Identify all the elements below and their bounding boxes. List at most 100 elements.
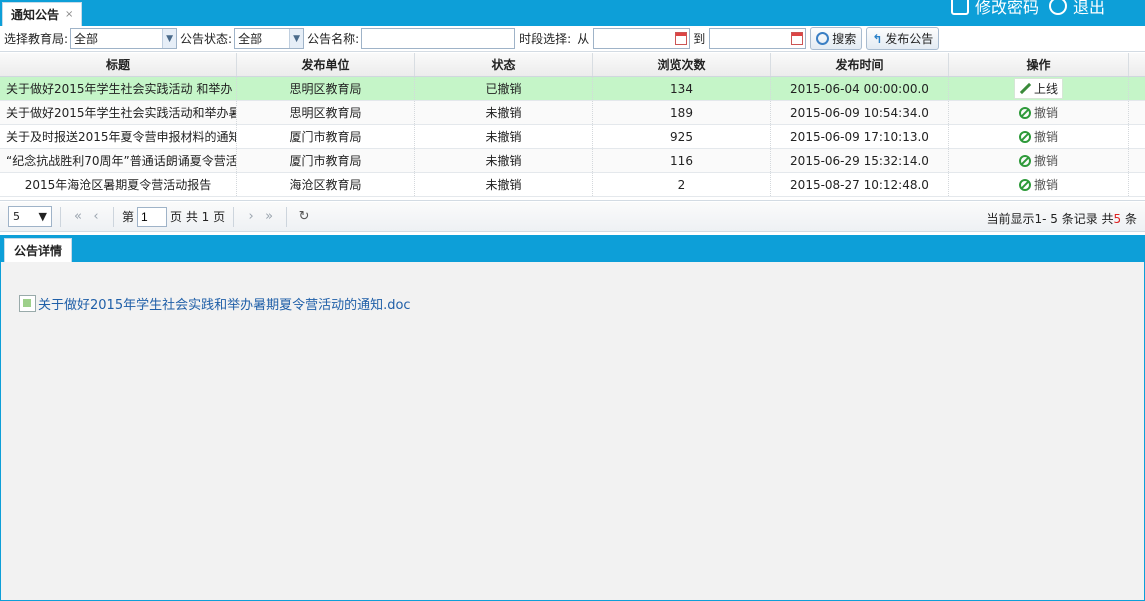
date-from-input[interactable] [593, 28, 691, 49]
cell-unit: 思明区教育局 [237, 101, 415, 124]
page-prefix: 第 [122, 210, 135, 224]
tab-notices[interactable]: 通知公告 × [2, 2, 83, 26]
table-row[interactable]: 关于做好2015年学生社会实践活动和举办暑 思明区教育局 未撤销 189 201… [0, 101, 1145, 125]
bureau-label: 选择教育局: [4, 32, 69, 46]
record-info: 当前显示1- 5 条记录 共5 条 [986, 212, 1137, 226]
col-time[interactable]: 发布时间 [771, 53, 949, 76]
page-number-input[interactable] [137, 206, 168, 227]
attachment-link[interactable]: 关于做好2015年学生社会实践和举办暑期夏令营活动的通知.doc [19, 294, 411, 313]
cell-time: 2015-06-09 17:10:13.0 [771, 125, 949, 148]
detail-panel: 关于做好2015年学生社会实践和举办暑期夏令营活动的通知.doc [0, 262, 1145, 601]
divider [233, 206, 235, 227]
divider [286, 206, 288, 227]
col-unit[interactable]: 发布单位 [237, 53, 415, 76]
publish-button[interactable]: ↰ 发布公告 [866, 27, 940, 50]
last-page-icon[interactable]: » [260, 209, 278, 224]
document-icon [19, 295, 36, 312]
first-page-icon[interactable]: « [69, 209, 87, 224]
top-tab-bar: 通知公告 × 修改密码 退出 [0, 0, 1145, 26]
filter-bar: 选择教育局: 全部 ▼ 公告状态: 全部 ▼ 公告名称: 时段选择: 从 到 搜… [0, 26, 1145, 52]
cell-time: 2015-08-27 10:12:48.0 [771, 173, 949, 196]
cell-status: 未撤销 [415, 173, 593, 196]
divider [60, 206, 61, 227]
cell-action: 撤销 [949, 149, 1129, 172]
cell-time: 2015-06-04 00:00:00.0 [771, 77, 949, 100]
name-label: 公告名称: [307, 32, 360, 46]
table-row[interactable]: 关于做好2015年学生社会实践活动 和举办 思明区教育局 已撤销 134 201… [0, 77, 1145, 101]
ban-icon [1018, 178, 1031, 191]
online-button[interactable]: 上线 [1013, 78, 1063, 99]
refresh-icon[interactable]: ↻ [295, 209, 313, 224]
cell-title: 2015年海沧区暑期夏令营活动报告 [0, 173, 237, 196]
cell-action: 撤销 [949, 125, 1129, 148]
cell-views: 116 [593, 149, 771, 172]
top-links: 修改密码 退出 [950, 0, 1105, 18]
ban-icon [1018, 154, 1031, 167]
publish-icon: ↰ [872, 31, 883, 46]
col-action[interactable]: 操作 [949, 53, 1129, 76]
cell-unit: 厦门市教育局 [237, 125, 415, 148]
from-label: 从 [577, 32, 590, 46]
date-to-input[interactable] [709, 28, 807, 49]
logout-link[interactable]: 退出 [1048, 0, 1105, 18]
cell-views: 2 [593, 173, 771, 196]
cell-title: 关于及时报送2015年夏令营申报材料的通知 [0, 125, 237, 148]
status-select[interactable]: 全部 ▼ [234, 28, 305, 49]
cell-views: 189 [593, 101, 771, 124]
period-label: 时段选择: [519, 32, 572, 46]
tab-label: 通知公告 [11, 8, 60, 22]
table-row[interactable]: “纪念抗战胜利70周年”普通话朗诵夏令营活 厦门市教育局 未撤销 116 201… [0, 149, 1145, 173]
cell-title: 关于做好2015年学生社会实践活动 和举办 [0, 77, 237, 100]
name-input[interactable] [361, 28, 516, 49]
lock-icon [950, 0, 969, 15]
status-label: 公告状态: [180, 32, 233, 46]
revoke-button[interactable]: 撤销 [1018, 176, 1058, 193]
chevron-down-icon[interactable]: ▼ [162, 29, 177, 48]
cell-status: 未撤销 [415, 125, 593, 148]
col-spacer [1129, 53, 1145, 76]
cell-unit: 思明区教育局 [237, 77, 415, 100]
detail-tab-bar: 公告详情 [0, 235, 1145, 262]
cell-unit: 厦门市教育局 [237, 149, 415, 172]
power-icon [1048, 0, 1067, 15]
calendar-icon[interactable] [675, 32, 688, 45]
table-row[interactable]: 2015年海沧区暑期夏令营活动报告 海沧区教育局 未撤销 2 2015-08-2… [0, 173, 1145, 197]
revoke-button[interactable]: 撤销 [1018, 128, 1058, 145]
divider [113, 206, 114, 227]
revoke-button[interactable]: 撤销 [1018, 152, 1058, 169]
cell-status: 已撤销 [415, 77, 593, 100]
chevron-down-icon[interactable]: ▼ [39, 210, 47, 223]
search-button[interactable]: 搜索 [810, 27, 863, 50]
cell-views: 925 [593, 125, 771, 148]
cell-time: 2015-06-29 15:32:14.0 [771, 149, 949, 172]
cell-time: 2015-06-09 10:54:34.0 [771, 101, 949, 124]
bureau-select[interactable]: 全部 ▼ [70, 28, 178, 49]
col-title[interactable]: 标题 [0, 53, 237, 76]
cell-action: 上线 [949, 77, 1129, 100]
cell-unit: 海沧区教育局 [237, 173, 415, 196]
calendar-icon[interactable] [791, 32, 804, 45]
cell-action: 撤销 [949, 173, 1129, 196]
cell-status: 未撤销 [415, 101, 593, 124]
table-header: 标题 发布单位 状态 浏览次数 发布时间 操作 [0, 53, 1145, 77]
chevron-down-icon[interactable]: ▼ [289, 29, 304, 48]
page-suffix: 页 共 1 页 [170, 210, 226, 224]
change-password-link[interactable]: 修改密码 [950, 0, 1039, 18]
page-size-select[interactable]: 5 ▼ [8, 206, 52, 227]
col-status[interactable]: 状态 [415, 53, 593, 76]
col-views[interactable]: 浏览次数 [593, 53, 771, 76]
cell-views: 134 [593, 77, 771, 100]
prev-page-icon[interactable]: ‹ [87, 209, 105, 224]
revoke-button[interactable]: 撤销 [1018, 104, 1058, 121]
next-page-icon[interactable]: › [242, 209, 260, 224]
to-label: 到 [693, 32, 706, 46]
pencil-icon [1019, 83, 1031, 95]
tab-notice-detail[interactable]: 公告详情 [4, 238, 73, 262]
table-row[interactable]: 关于及时报送2015年夏令营申报材料的通知 厦门市教育局 未撤销 925 201… [0, 125, 1145, 149]
close-icon[interactable]: × [65, 9, 73, 20]
pagination-bar: 5 ▼ « ‹ 第 页 共 1 页 › » ↻ 当前显示1- 5 条记录 共5 … [0, 202, 1145, 232]
cell-title: “纪念抗战胜利70周年”普通话朗诵夏令营活 [0, 149, 237, 172]
cell-title: 关于做好2015年学生社会实践活动和举办暑 [0, 101, 237, 124]
cell-status: 未撤销 [415, 149, 593, 172]
ban-icon [1018, 130, 1031, 143]
